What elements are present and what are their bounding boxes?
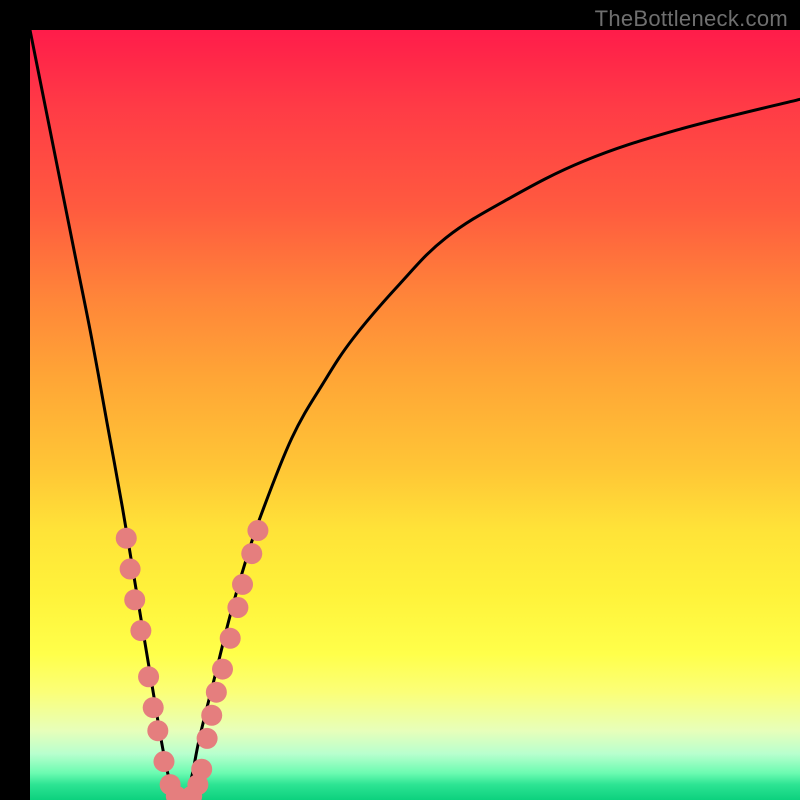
curve-markers [116, 520, 269, 800]
curve-marker [191, 759, 212, 780]
curve-marker [153, 751, 174, 772]
curve-marker [116, 528, 137, 549]
curve-marker [201, 705, 222, 726]
curve-marker [147, 720, 168, 741]
curve-marker [206, 682, 227, 703]
curve-marker [227, 597, 248, 618]
curve-marker [124, 589, 145, 610]
curve-marker [232, 574, 253, 595]
curve-marker [247, 520, 268, 541]
chart-svg [30, 30, 800, 800]
curve-marker [220, 628, 241, 649]
plot-area [30, 30, 800, 800]
watermark-text: TheBottleneck.com [595, 6, 788, 32]
curve-marker [120, 559, 141, 580]
curve-marker [212, 659, 233, 680]
curve-marker [138, 666, 159, 687]
curve-marker [241, 543, 262, 564]
curve-marker [143, 697, 164, 718]
curve-marker [197, 728, 218, 749]
chart-frame: TheBottleneck.com [0, 0, 800, 800]
curve-marker [130, 620, 151, 641]
